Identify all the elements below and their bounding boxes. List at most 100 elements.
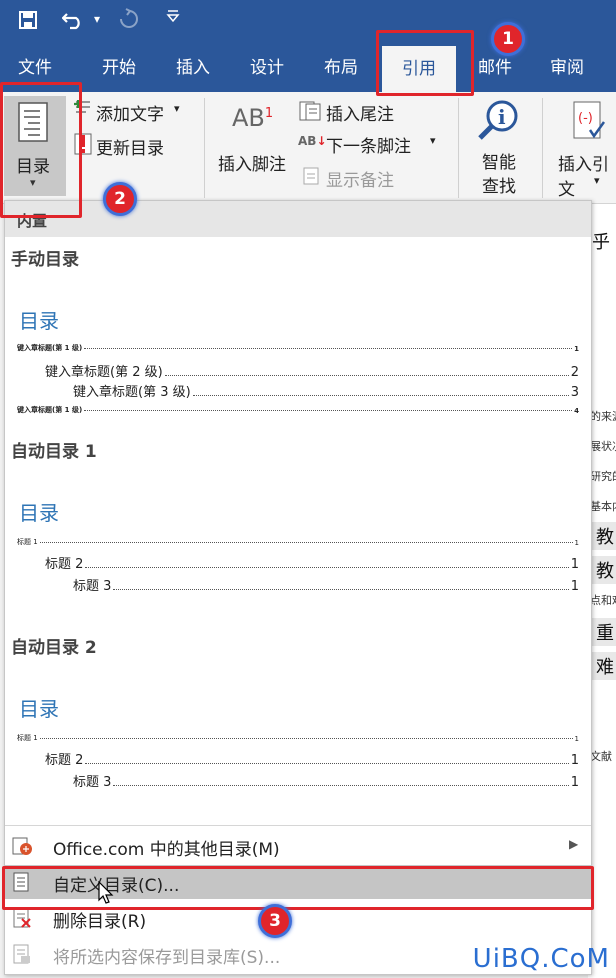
smart-lookup-icon: i: [476, 98, 522, 146]
document-char: 乎: [592, 232, 610, 253]
toc-leader: [164, 375, 569, 376]
tab-review[interactable]: 审阅: [538, 44, 596, 92]
toc-line-page: 1: [574, 539, 579, 547]
watermark-logo: UiBQ.CoM: [472, 944, 610, 974]
insert-footnote-icon: AB1: [232, 104, 273, 132]
update-toc-button[interactable]: 更新目录: [96, 134, 164, 159]
toc-line-text: 键入章标题(第 1 级): [17, 344, 83, 352]
toc-line-page: 4: [574, 407, 579, 415]
document-text: 点和难: [590, 594, 616, 607]
svg-text:i: i: [498, 105, 506, 129]
document-text: 基本内: [590, 500, 616, 513]
insert-citation-button[interactable]: 插入引文: [558, 150, 616, 200]
toc-line-page: 3: [570, 385, 579, 400]
gallery-section-header: 内置: [5, 201, 591, 237]
insert-footnote-button[interactable]: 插入脚注: [218, 150, 286, 175]
toc-leader: [113, 589, 569, 590]
document-text: 展状况: [590, 440, 616, 453]
toc-line-page: 1: [570, 753, 579, 768]
toc-line-page: 1: [570, 579, 579, 594]
next-footnote-dropdown-icon[interactable]: ▾: [430, 134, 436, 147]
document-area: 乎 的来源 展状况 研究的 基本内 教 教 点和难 重 难 文献: [588, 204, 616, 978]
office-more-toc-label: Office.com 中的其他目录(M): [53, 840, 280, 860]
ribbon: 目录 ▾ 添加文字 ▾ 更新目录 AB1 插入脚注 插入尾注 AB↓ 下一条脚注…: [0, 92, 616, 204]
toc-leader: [39, 738, 573, 739]
toc-line-text: 键入章标题(第 1 级): [17, 406, 83, 414]
office-web-icon: [11, 835, 33, 857]
save-selection-label: 将所选内容保存到目录库(S)...: [53, 948, 281, 968]
toc-leader: [113, 785, 569, 786]
toc-line: 键入章标题(第 1 级) 1: [17, 343, 579, 353]
next-footnote-icon: AB↓: [298, 134, 327, 148]
insert-endnote-icon: [298, 100, 322, 126]
toc-line-text: 标题 3: [73, 775, 112, 790]
tab-home[interactable]: 开始: [90, 44, 148, 92]
toc-line: 标题 1 1: [17, 733, 579, 743]
auto-toc-1-title: 自动目录 1: [11, 442, 97, 462]
footnote-superscript: 1: [264, 106, 274, 121]
toc-line: 标题 1 1: [17, 537, 579, 547]
document-text: 研究的: [590, 470, 616, 483]
add-text-dropdown-icon[interactable]: ▾: [174, 102, 180, 115]
step-badge-2: 2: [103, 182, 137, 216]
save-icon[interactable]: [18, 10, 38, 35]
auto-toc-2-heading: 目录: [19, 697, 59, 721]
tab-layout[interactable]: 布局: [312, 44, 370, 92]
toc-line-page: 2: [570, 365, 579, 380]
toc-line-text: 键入章标题(第 2 级): [45, 365, 163, 380]
insert-citation-icon: (-): [572, 100, 606, 148]
add-text-button[interactable]: 添加文字: [96, 100, 164, 125]
toc-leader: [192, 395, 569, 396]
submenu-arrow-icon: ▶: [569, 837, 579, 851]
manual-toc-heading: 目录: [19, 309, 59, 333]
next-footnote-button[interactable]: 下一条脚注: [326, 132, 411, 157]
highlight-box-references-tab: [376, 30, 474, 96]
toc-line-text: 标题 2: [45, 557, 84, 572]
toc-line: 标题 3 1: [73, 575, 579, 594]
toc-line: 键入章标题(第 3 级) 3: [73, 381, 579, 400]
remove-toc-label: 删除目录(R): [53, 912, 147, 932]
insert-citation-dropdown-icon[interactable]: ▾: [594, 174, 600, 187]
auto-toc-1-option[interactable]: 自动目录 1 目录 标题 1 1 标题 2 1 标题 3 1: [5, 433, 591, 603]
highlight-box-toc-button: [0, 82, 82, 218]
insert-endnote-button[interactable]: 插入尾注: [326, 100, 394, 125]
document-cell: 重: [592, 618, 616, 646]
toc-line: 标题 2 1: [45, 749, 579, 768]
ribbon-tabs: 文件 开始 插入 设计 布局 引用 邮件 审阅: [0, 44, 616, 92]
document-cell: 教: [592, 522, 616, 550]
document-cell: 教: [592, 556, 616, 584]
tab-insert[interactable]: 插入: [164, 44, 222, 92]
auto-toc-2-option[interactable]: 自动目录 2 目录 标题 1 1 标题 2 1 标题 3 1: [5, 629, 591, 799]
save-gallery-icon: [11, 943, 33, 965]
manual-toc-option[interactable]: 手动目录 目录 键入章标题(第 1 级) 1 键入章标题(第 2 级) 2 键入章标…: [5, 237, 591, 423]
toc-line-text: 标题 1: [17, 538, 38, 546]
auto-toc-2-title: 自动目录 2: [11, 638, 97, 658]
toc-line-page: 1: [570, 557, 579, 572]
toc-line-page: 1: [570, 775, 579, 790]
tab-design[interactable]: 设计: [238, 44, 296, 92]
toc-leader: [85, 567, 569, 568]
toc-line-text: 标题 2: [45, 753, 84, 768]
menu-divider: [5, 825, 591, 826]
ribbon-separator: [542, 98, 543, 198]
toc-line: 键入章标题(第 2 级) 2: [45, 361, 579, 380]
undo-dropdown-icon[interactable]: ▾: [94, 12, 100, 26]
step-badge-3: 3: [258, 904, 292, 938]
smart-lookup-label-1[interactable]: 智能: [482, 148, 516, 173]
undo-icon[interactable]: [61, 8, 88, 35]
customize-qat-icon[interactable]: [166, 9, 180, 27]
redo-icon: [118, 8, 140, 35]
auto-toc-1-heading: 目录: [19, 501, 59, 525]
show-notes-icon: [302, 166, 320, 190]
toc-leader: [85, 763, 569, 764]
step-badge-1: 1: [491, 22, 525, 56]
office-more-toc-item[interactable]: Office.com 中的其他目录(M) ▶: [5, 829, 591, 863]
document-text: 文献: [590, 750, 612, 763]
toc-line-text: 标题 3: [73, 579, 112, 594]
remove-toc-icon: [11, 907, 33, 929]
ab-icon-text: AB: [232, 104, 265, 132]
toc-leader: [39, 542, 573, 543]
ribbon-separator: [458, 98, 459, 198]
smart-lookup-label-2[interactable]: 查找: [482, 172, 516, 197]
toc-line-page: 1: [574, 735, 579, 743]
